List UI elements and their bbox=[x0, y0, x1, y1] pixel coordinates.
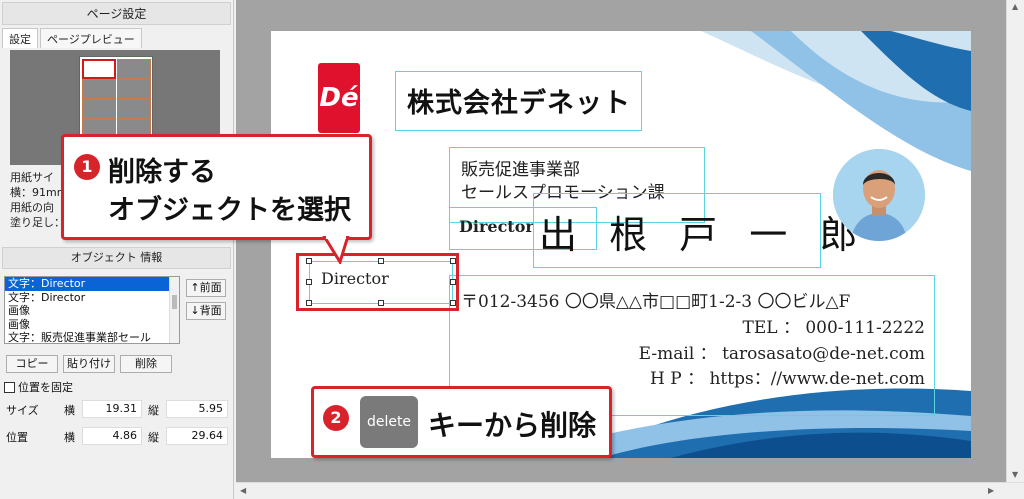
horizontal-scrollbar[interactable]: ◀ ▶ bbox=[236, 482, 1024, 499]
callout-pointer bbox=[322, 236, 350, 264]
resize-handle[interactable] bbox=[450, 258, 456, 264]
resize-handle[interactable] bbox=[450, 279, 456, 285]
tab-page-preview[interactable]: ページプレビュー bbox=[40, 28, 142, 48]
company-logo: Dé bbox=[318, 63, 360, 133]
object-info-title: オブジェクト 情報 bbox=[2, 247, 231, 269]
resize-handle[interactable] bbox=[378, 258, 384, 264]
bring-front-button[interactable]: ↑前面 bbox=[186, 279, 226, 297]
resize-handle[interactable] bbox=[306, 279, 312, 285]
fix-position-label: 位置を固定 bbox=[18, 381, 73, 394]
selected-object-text[interactable]: Director bbox=[321, 269, 389, 288]
size-label: サイズ bbox=[6, 404, 39, 417]
vertical-scrollbar[interactable]: ▲ ▼ bbox=[1006, 0, 1024, 482]
list-item[interactable]: 画像 bbox=[5, 304, 179, 318]
list-item[interactable]: 文字：販売促進事業部セール bbox=[5, 331, 179, 343]
scroll-down-icon[interactable]: ▼ bbox=[1012, 470, 1018, 479]
email-text: E-mail ： tarosasato@de-net.com bbox=[638, 344, 925, 364]
resize-handle[interactable] bbox=[450, 300, 456, 306]
copy-button[interactable]: コピー bbox=[6, 355, 58, 373]
preview-card[interactable] bbox=[82, 99, 116, 119]
step1-text-line1: 削除する bbox=[108, 157, 216, 188]
preview-card[interactable] bbox=[117, 59, 151, 79]
page-setup-tabs: 設定 ページプレビュー bbox=[2, 28, 144, 48]
step1-text-line2: オブジェクトを選択 bbox=[108, 195, 351, 226]
position-x-label: 横 bbox=[64, 431, 75, 444]
position-y-input[interactable]: 29.64 bbox=[166, 427, 228, 445]
step1-number-badge: 1 bbox=[74, 154, 100, 180]
scroll-up-icon[interactable]: ▲ bbox=[1012, 2, 1018, 11]
step2-number-badge: 2 bbox=[323, 405, 349, 431]
object-list-scrollbar[interactable] bbox=[169, 277, 179, 343]
paste-button[interactable]: 貼り付け bbox=[63, 355, 115, 373]
scroll-left-icon[interactable]: ◀ bbox=[240, 486, 246, 495]
position-x-input[interactable]: 4.86 bbox=[82, 427, 142, 445]
list-item-selected[interactable]: 文字：Director bbox=[5, 277, 179, 291]
scrollbar-thumb[interactable] bbox=[172, 295, 177, 309]
list-item[interactable]: 文字：Director bbox=[5, 291, 179, 305]
position-y-label: 縦 bbox=[148, 431, 159, 444]
job-title: Director bbox=[459, 217, 534, 236]
delete-key-icon: delete bbox=[360, 396, 418, 448]
page-setup-title: ページ設定 bbox=[2, 2, 231, 25]
size-height-input[interactable]: 5.95 bbox=[166, 400, 228, 418]
homepage-text: H P ： https：//www.de-net.com bbox=[650, 369, 925, 389]
resize-handle[interactable] bbox=[378, 300, 384, 306]
position-label: 位置 bbox=[6, 431, 28, 444]
preview-card[interactable] bbox=[117, 79, 151, 99]
fix-position-row[interactable]: 位置を固定 bbox=[4, 379, 73, 395]
preview-card[interactable] bbox=[117, 99, 151, 119]
list-item[interactable]: 画像 bbox=[5, 318, 179, 332]
object-list[interactable]: 文字：Director 文字：Director 画像 画像 文字：販売促進事業部… bbox=[4, 276, 180, 344]
department-name: 販売促進事業部 bbox=[461, 160, 580, 180]
resize-handle[interactable] bbox=[306, 258, 312, 264]
tab-settings[interactable]: 設定 bbox=[2, 28, 38, 48]
address-text: 〒012-3456 〇〇県△△市□□町1-2-3 〇〇ビル△F bbox=[461, 292, 851, 312]
profile-photo[interactable] bbox=[833, 149, 925, 241]
app-window: ページ設定 設定 ページプレビュー 用紙サイ 横：91mm 用紙の向 塗り足し：… bbox=[0, 0, 1024, 499]
step2-text: キーから削除 bbox=[428, 409, 597, 442]
preview-card[interactable] bbox=[82, 79, 116, 99]
left-panel: ページ設定 設定 ページプレビュー 用紙サイ 横：91mm 用紙の向 塗り足し：… bbox=[0, 0, 234, 499]
send-back-button[interactable]: ↓背面 bbox=[186, 302, 226, 320]
fix-position-checkbox[interactable] bbox=[4, 381, 15, 393]
delete-button[interactable]: 削除 bbox=[120, 355, 172, 373]
scroll-right-icon[interactable]: ▶ bbox=[988, 486, 994, 495]
person-name: 出 根 戸 一 郎 bbox=[539, 213, 868, 257]
size-height-label: 縦 bbox=[148, 404, 159, 417]
person-avatar-icon bbox=[833, 149, 925, 241]
resize-handle[interactable] bbox=[306, 300, 312, 306]
size-width-input[interactable]: 19.31 bbox=[82, 400, 142, 418]
preview-card-selected[interactable] bbox=[82, 59, 116, 79]
tel-text: TEL ： 000-111-2222 bbox=[742, 318, 926, 338]
company-name: 株式会社デネット bbox=[407, 88, 631, 119]
size-width-label: 横 bbox=[64, 404, 75, 417]
